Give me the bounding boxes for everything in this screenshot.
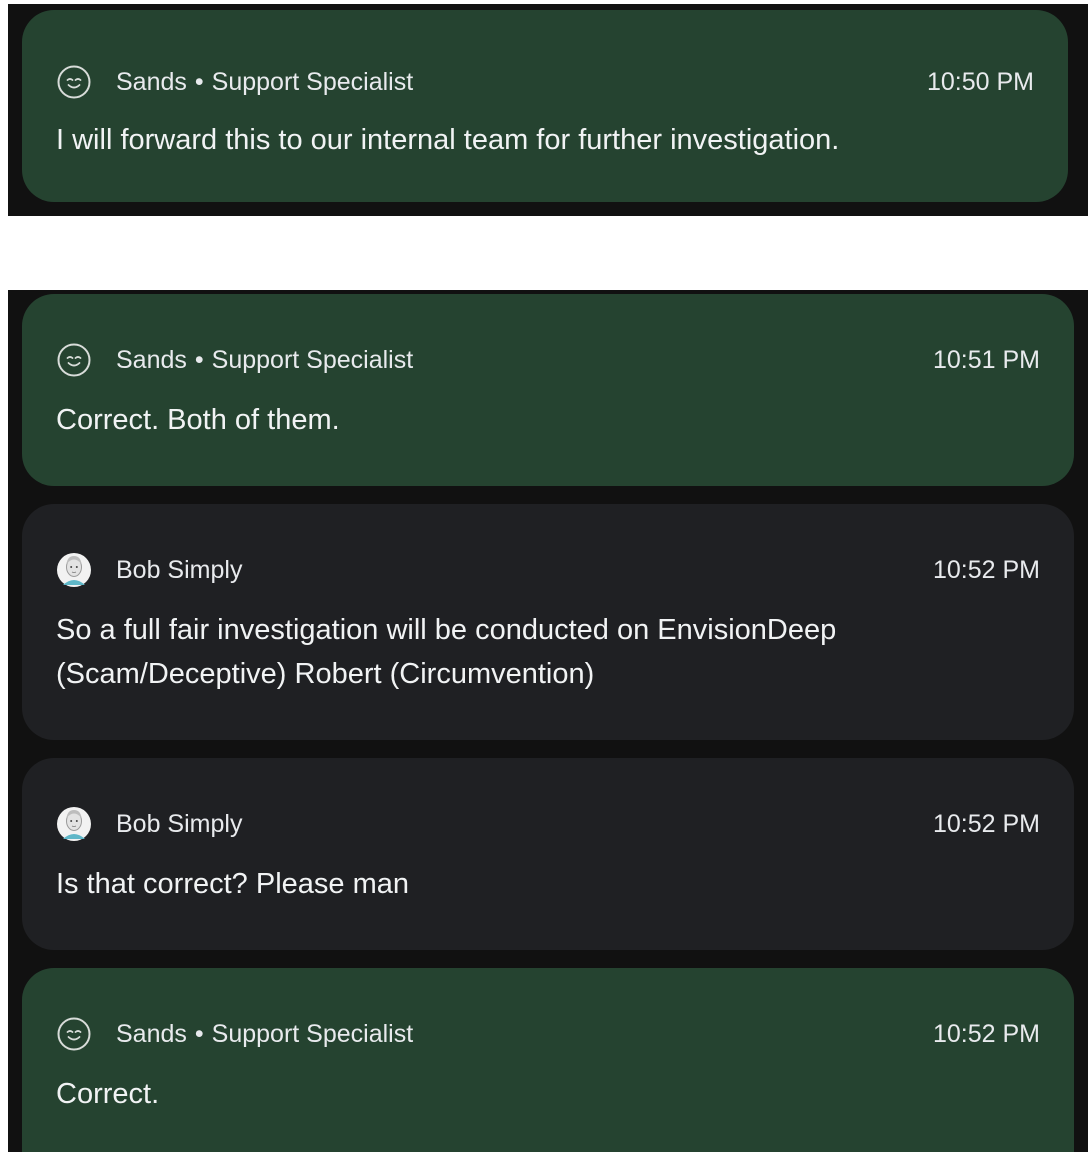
chat-panel-bottom: Sands • Support Specialist 10:51 PM Correc… bbox=[8, 290, 1088, 1152]
separator: • bbox=[194, 345, 204, 374]
message-bubble-user: Bob Simply 10:52 PM So a full fair inves… bbox=[22, 504, 1074, 740]
sender-role: Support Specialist bbox=[211, 345, 414, 374]
message-time: 10:52 PM bbox=[932, 809, 1040, 838]
message-bubble-agent: Sands • Support Specialist 10:51 PM Correc… bbox=[22, 294, 1074, 486]
message-header: Sands • Support Specialist 10:51 PM bbox=[56, 342, 1040, 378]
sender-name: Sands bbox=[116, 67, 187, 96]
message-time: 10:50 PM bbox=[926, 67, 1034, 96]
message-text: Correct. Both of them. bbox=[56, 404, 340, 436]
smiley-icon bbox=[56, 342, 92, 378]
sender-name: Sands bbox=[116, 1019, 187, 1048]
sender-name: Sands bbox=[116, 345, 187, 374]
sender-role: Support Specialist bbox=[211, 1019, 414, 1048]
message-header: Sands • Support Specialist 10:50 PM bbox=[56, 64, 1034, 100]
user-avatar bbox=[56, 806, 92, 842]
sender-name: Bob Simply bbox=[116, 809, 243, 838]
message-time: 10:52 PM bbox=[932, 1019, 1040, 1048]
message-text: So a full fair investigation will be con… bbox=[56, 614, 837, 690]
message-text: I will forward this to our internal team… bbox=[56, 124, 840, 156]
message-header: Bob Simply 10:52 PM bbox=[56, 552, 1040, 588]
sender-role: Support Specialist bbox=[211, 67, 414, 96]
chat-panel-top: Sands • Support Specialist 10:50 PM I will… bbox=[8, 4, 1088, 216]
sender-name: Bob Simply bbox=[116, 555, 243, 584]
message-header: Bob Simply 10:52 PM bbox=[56, 806, 1040, 842]
message-bubble-agent: Sands • Support Specialist 10:50 PM I will… bbox=[22, 10, 1068, 202]
separator: • bbox=[194, 67, 204, 96]
smiley-icon bbox=[56, 1016, 92, 1052]
message-header: Sands • Support Specialist 10:52 PM bbox=[56, 1016, 1040, 1052]
message-text: Correct. bbox=[56, 1078, 160, 1110]
message-bubble-user: Bob Simply 10:52 PM Is that correct? Ple… bbox=[22, 758, 1074, 950]
user-avatar bbox=[56, 552, 92, 588]
message-time: 10:51 PM bbox=[932, 345, 1040, 374]
message-text: Is that correct? Please man bbox=[56, 868, 409, 900]
smiley-icon bbox=[56, 64, 92, 100]
separator: • bbox=[194, 1019, 204, 1048]
message-time: 10:52 PM bbox=[932, 555, 1040, 584]
message-bubble-agent: Sands • Support Specialist 10:52 PM Correc… bbox=[22, 968, 1074, 1152]
